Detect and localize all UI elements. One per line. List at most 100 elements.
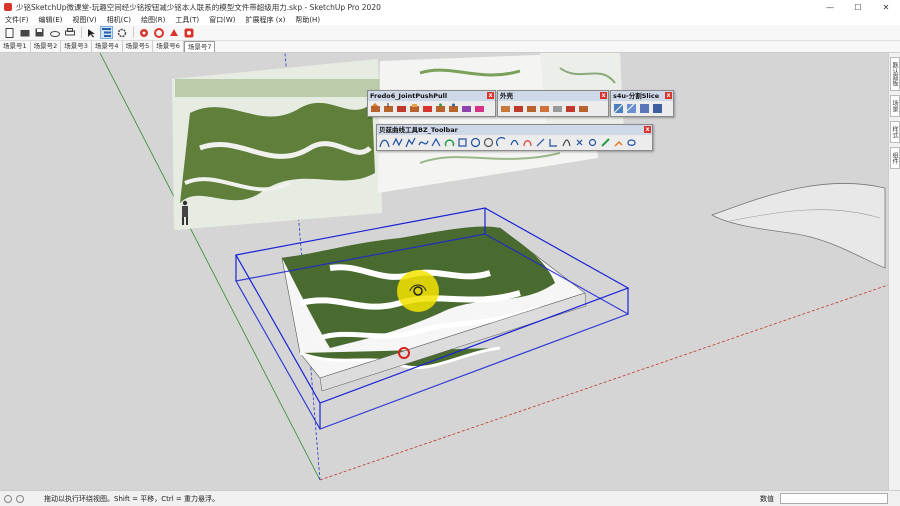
- fspline-icon[interactable]: [457, 137, 468, 148]
- toolbar-slice-close-button[interactable]: x: [665, 92, 672, 99]
- vector-pushpull-icon[interactable]: [383, 103, 394, 114]
- join-curve-icon[interactable]: [522, 137, 533, 148]
- shell-settings-icon[interactable]: [578, 103, 589, 114]
- tray-tab-styles[interactable]: 样式: [890, 121, 900, 143]
- curve-attach-icon[interactable]: [600, 137, 611, 148]
- redo-pushpull-icon[interactable]: [448, 103, 459, 114]
- new-file-icon[interactable]: [3, 26, 16, 39]
- curve-options-icon[interactable]: [561, 137, 572, 148]
- tray-tab-default[interactable]: 默认面板: [890, 57, 900, 91]
- bezier-curve-icon[interactable]: [379, 137, 390, 148]
- undo-pushpull-icon[interactable]: [435, 103, 446, 114]
- menu-extensions[interactable]: 扩展程序 (x): [240, 15, 290, 25]
- toolbar-shell-header[interactable]: 外壳 x: [498, 91, 608, 101]
- credits-icon[interactable]: [16, 494, 24, 503]
- select-arrow-icon[interactable]: [85, 26, 98, 39]
- measurements-input[interactable]: [780, 493, 888, 504]
- slice-grid-icon[interactable]: [652, 103, 663, 114]
- toolbar-fredo-title: Fredo6_JointPushPull: [370, 92, 448, 100]
- shell-edge-icon[interactable]: [539, 103, 550, 114]
- extension-warehouse-icon[interactable]: [167, 26, 180, 39]
- extrude-pushpull-icon[interactable]: [409, 103, 420, 114]
- divider-curve-icon[interactable]: [496, 137, 507, 148]
- circle-curve-icon[interactable]: [470, 137, 481, 148]
- convert-curve-icon[interactable]: [548, 137, 559, 148]
- slice-plane-icon[interactable]: [639, 103, 650, 114]
- tab-scene-4[interactable]: 场景号4: [92, 41, 123, 52]
- tape-measure-icon[interactable]: [137, 26, 150, 39]
- shell-solid-icon[interactable]: [552, 103, 563, 114]
- toolbar-slice-header[interactable]: s4u-分割Slice x: [611, 91, 673, 101]
- tray-tab-scenes[interactable]: 场景: [890, 95, 900, 117]
- toolbar-divider: [133, 27, 134, 38]
- scene-tabs: 场景号1 场景号2 场景号3 场景号4 场景号5 场景号6 场景号7: [0, 41, 900, 53]
- outliner-icon[interactable]: [100, 26, 113, 39]
- normal-pushpull-icon[interactable]: [396, 103, 407, 114]
- cubic-bezier-icon[interactable]: [418, 137, 429, 148]
- curve-paint-icon[interactable]: [613, 137, 624, 148]
- window-controls: — ☐ ✕: [816, 0, 900, 14]
- catmull-spline-icon[interactable]: [431, 137, 442, 148]
- toolbar-bezier-title: 贝兹曲线工具BZ_Toolbar: [379, 126, 458, 134]
- toolbar-fredo-header[interactable]: Fredo6_JointPushPull x: [368, 91, 495, 101]
- toolbar-bezier-header[interactable]: 贝兹曲线工具BZ_Toolbar x: [377, 125, 652, 135]
- menu-view[interactable]: 视图(V): [67, 15, 101, 25]
- shell-face-icon[interactable]: [526, 103, 537, 114]
- shell-tool-icon[interactable]: [500, 103, 511, 114]
- menu-help[interactable]: 帮助(H): [290, 15, 325, 25]
- toolbar-fredo-close-button[interactable]: x: [487, 92, 494, 99]
- slice-multiple-icon[interactable]: [626, 103, 637, 114]
- menu-window[interactable]: 窗口(W): [204, 15, 240, 25]
- tab-scene-1[interactable]: 场景号1: [0, 41, 31, 52]
- orbit-cursor-highlight: [397, 270, 439, 312]
- menu-draw[interactable]: 绘图(R): [136, 15, 170, 25]
- polyline-icon[interactable]: [405, 137, 416, 148]
- ruby-console-icon[interactable]: [152, 26, 165, 39]
- slice-tool-icon[interactable]: [613, 103, 624, 114]
- save-icon[interactable]: [33, 26, 46, 39]
- status-hint: 拖动以执行环绕视图。Shift = 平移，Ctrl = 重力悬浮。: [44, 494, 219, 503]
- geo-location-icon[interactable]: [4, 494, 12, 503]
- joint-pushpull-icon[interactable]: [370, 103, 381, 114]
- blend-curve-icon[interactable]: [483, 137, 494, 148]
- minimize-button[interactable]: —: [816, 0, 844, 14]
- menu-camera[interactable]: 相机(C): [102, 15, 136, 25]
- print-icon[interactable]: [63, 26, 76, 39]
- offset-shell-icon[interactable]: [513, 103, 524, 114]
- arc-curve-icon[interactable]: [444, 137, 455, 148]
- maximize-button[interactable]: ☐: [844, 0, 872, 14]
- tab-scene-7[interactable]: 场景号7: [183, 41, 216, 52]
- tray-tab-components[interactable]: 组件: [890, 147, 900, 169]
- 3d-warehouse-icon[interactable]: [182, 26, 195, 39]
- curve-rebuild-icon[interactable]: [587, 137, 598, 148]
- tab-scene-3[interactable]: 场景号3: [61, 41, 92, 52]
- toolbar-shell-close-button[interactable]: x: [600, 92, 607, 99]
- viewport-scene: [0, 53, 888, 490]
- thicken-pushpull-icon[interactable]: [474, 103, 485, 114]
- curve-mark-icon[interactable]: [574, 137, 585, 148]
- offset-curve-icon[interactable]: [509, 137, 520, 148]
- open-folder-icon[interactable]: [18, 26, 31, 39]
- curve-lasso-icon[interactable]: [626, 137, 637, 148]
- toolbar-slice: s4u-分割Slice x: [610, 90, 674, 117]
- edit-curve-icon[interactable]: [535, 137, 546, 148]
- toolbar-bezier-curves: 贝兹曲线工具BZ_Toolbar x: [376, 124, 653, 151]
- menu-edit[interactable]: 编辑(E): [34, 15, 68, 25]
- toolbar-slice-title: s4u-分割Slice: [613, 92, 660, 100]
- shell-flat-icon[interactable]: [565, 103, 576, 114]
- window-title: 少铭SketchUp微课堂-玩趣空间经少铭按钮减少铭本人联系的模型文件带超级用力…: [16, 2, 381, 12]
- follow-pushpull-icon[interactable]: [422, 103, 433, 114]
- finish-pushpull-icon[interactable]: [461, 103, 472, 114]
- settings-gear-icon[interactable]: [115, 26, 128, 39]
- tab-scene-2[interactable]: 场景号2: [31, 41, 62, 52]
- menu-tools[interactable]: 工具(T): [170, 15, 204, 25]
- close-button[interactable]: ✕: [872, 0, 900, 14]
- status-bar: 拖动以执行环绕视图。Shift = 平移，Ctrl = 重力悬浮。 数值: [0, 490, 900, 506]
- toolbar-bezier-close-button[interactable]: x: [644, 126, 651, 133]
- tab-scene-5[interactable]: 场景号5: [123, 41, 154, 52]
- spline-icon[interactable]: [392, 137, 403, 148]
- cloud-upload-icon[interactable]: [48, 26, 61, 39]
- modeling-viewport[interactable]: Fredo6_JointPushPull x 外壳 x s4u-分割Slice …: [0, 53, 888, 490]
- menu-file[interactable]: 文件(F): [0, 15, 34, 25]
- tab-scene-6[interactable]: 场景号6: [153, 41, 184, 52]
